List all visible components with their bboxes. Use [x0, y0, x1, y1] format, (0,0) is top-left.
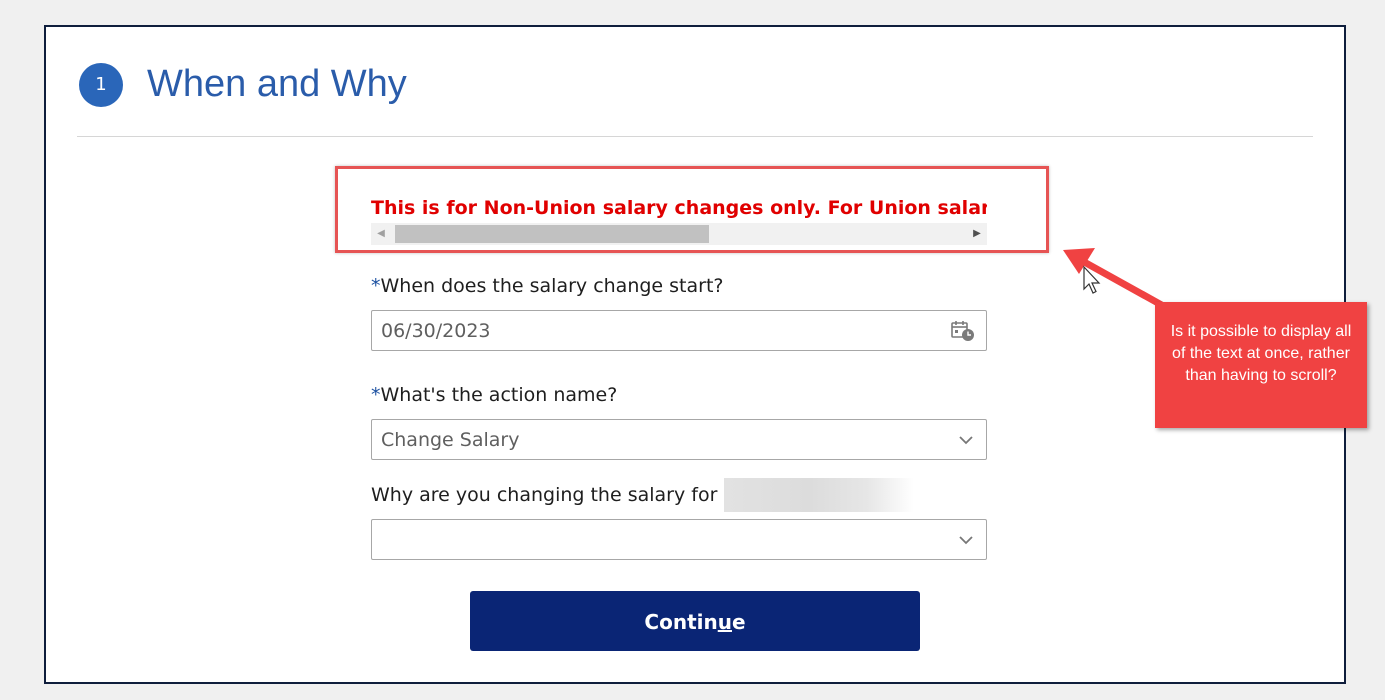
- continue-label-part: e: [731, 610, 746, 634]
- reason-label: Why are you changing the salary for: [371, 484, 718, 506]
- step-number-badge: 1: [79, 63, 123, 107]
- when-and-why-panel: 1 When and Why This is for Non-Union sal…: [44, 25, 1346, 684]
- start-date-input[interactable]: 06/30/2023: [371, 310, 987, 351]
- start-date-label-text: When does the salary change start?: [380, 275, 724, 297]
- redacted-employee-name: [724, 478, 914, 512]
- continue-button[interactable]: Continue: [470, 591, 920, 651]
- section-title: When and Why: [147, 63, 407, 105]
- action-name-select[interactable]: Change Salary: [371, 419, 987, 460]
- action-name-value: Change Salary: [381, 429, 520, 451]
- calendar-clock-icon[interactable]: [950, 319, 976, 343]
- start-date-label: *When does the salary change start?: [371, 275, 724, 297]
- continue-label-part: Contin: [644, 610, 718, 634]
- action-name-label-text: What's the action name?: [380, 384, 618, 406]
- chevron-down-icon[interactable]: [958, 532, 974, 548]
- section-divider: [77, 136, 1313, 137]
- reason-select[interactable]: [371, 519, 987, 560]
- required-asterisk: *: [371, 275, 381, 297]
- mouse-pointer-icon: [1083, 265, 1101, 294]
- annotation-callout: Is it possible to display all of the tex…: [1155, 302, 1367, 428]
- required-asterisk: *: [371, 384, 381, 406]
- annotation-highlight-box: [335, 166, 1049, 253]
- action-name-label: *What's the action name?: [371, 384, 617, 406]
- continue-label-accesskey: u: [717, 610, 732, 634]
- chevron-down-icon[interactable]: [958, 432, 974, 448]
- start-date-value: 06/30/2023: [381, 320, 491, 342]
